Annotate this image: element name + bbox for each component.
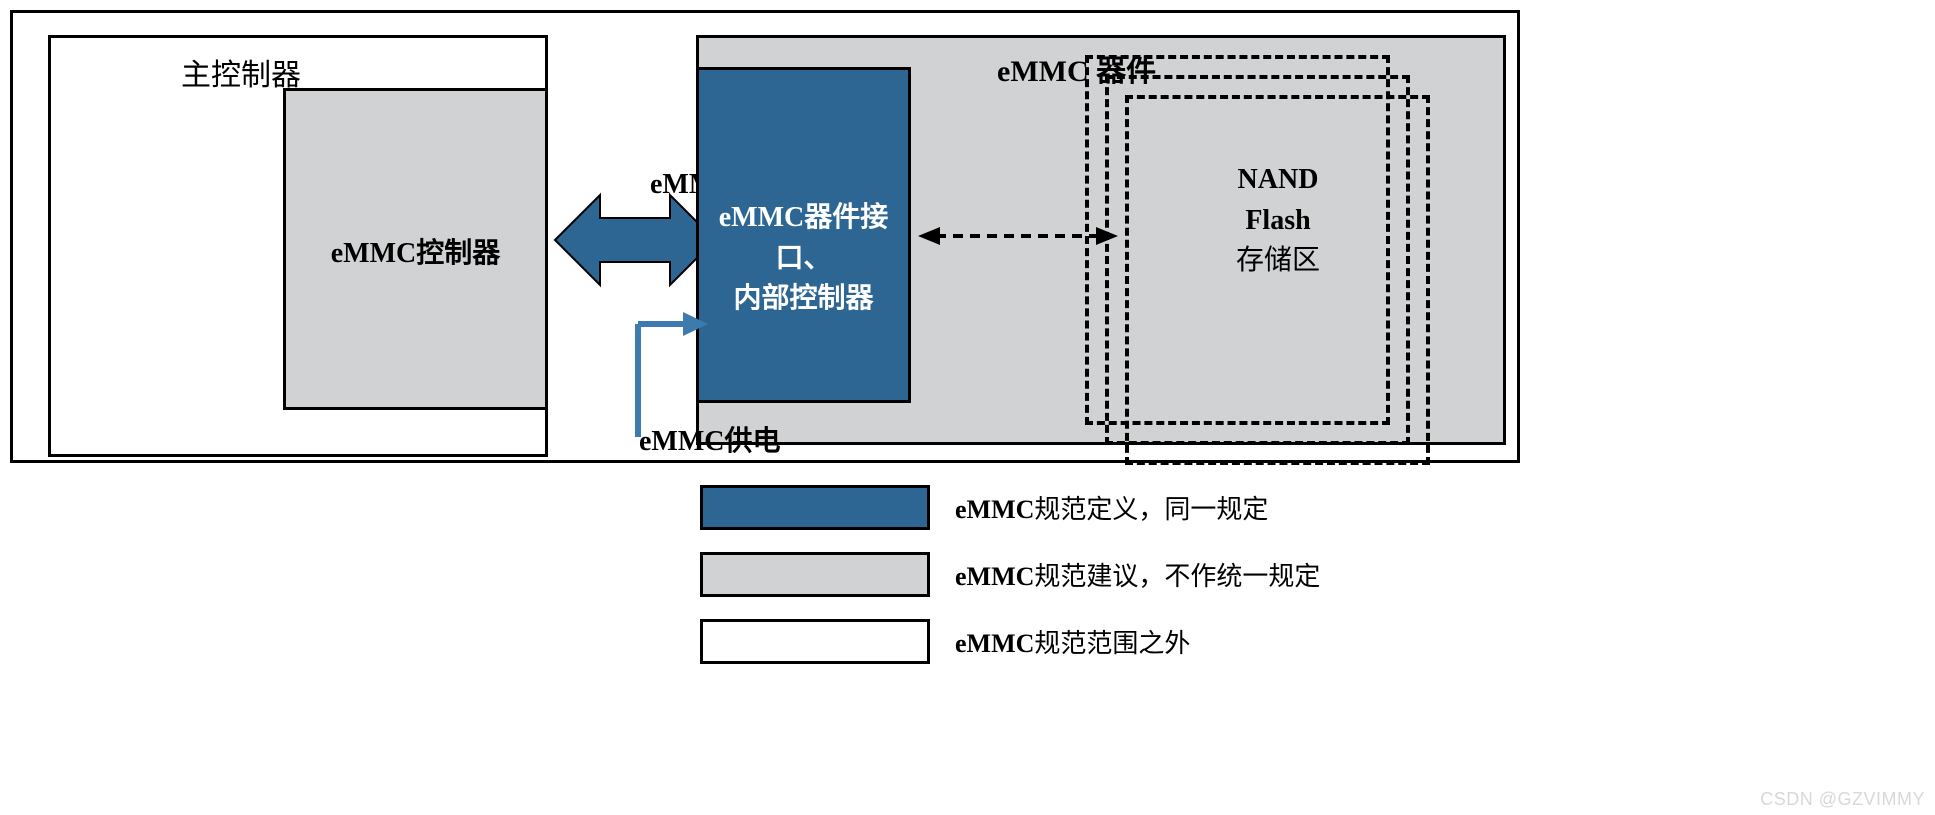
internal-arrow-icon [918, 224, 1118, 248]
emmc-controller-label: eMMC控制器 [286, 231, 545, 271]
watermark: CSDN @GZVIMMY [1760, 789, 1925, 810]
legend-item-suggested: eMMC规范建议，不作统一规定 [700, 552, 1320, 597]
nand-label-line1: NAND [1238, 164, 1319, 195]
emmc-controller-box: eMMC控制器 [283, 88, 548, 410]
power-label: eMMC供电 [639, 419, 781, 459]
interface-controller-box: eMMC器件接口、 内部控制器 [696, 67, 911, 403]
legend-swatch-blue [700, 485, 930, 530]
nand-label: NAND Flash 存储区 [1188, 160, 1368, 282]
legend-text-outside-prefix: eMMC [955, 629, 1034, 658]
interface-label-line1: eMMC器件接口、 [719, 202, 889, 274]
legend-text-outside-rest: 规范范围之外 [1034, 629, 1190, 658]
legend-text-outside: eMMC规范范围之外 [955, 623, 1190, 660]
legend-text-suggested-rest: 规范建议，不作统一规定 [1034, 562, 1320, 591]
legend-text-defined-prefix: eMMC [955, 495, 1034, 524]
legend-text-defined: eMMC规范定义，同一规定 [955, 489, 1268, 526]
legend-text-suggested-prefix: eMMC [955, 562, 1034, 591]
bus-arrow-icon [555, 195, 715, 285]
interface-label-line2: 内部控制器 [733, 283, 873, 314]
legend-text-defined-rest: 规范定义，同一规定 [1034, 495, 1268, 524]
nand-label-line3: 存储区 [1236, 245, 1320, 276]
diagram-canvas: 主控制器 eMMC控制器 eMMC总线 eMMC 器件 eMMC器件接口、 内部… [0, 0, 1935, 815]
nand-label-line2: Flash [1245, 205, 1310, 236]
interface-controller-label: eMMC器件接口、 内部控制器 [699, 198, 908, 320]
legend-text-suggested: eMMC规范建议，不作统一规定 [955, 556, 1320, 593]
power-arrow-icon [618, 302, 708, 437]
legend-item-defined: eMMC规范定义，同一规定 [700, 485, 1268, 530]
legend-item-outside: eMMC规范范围之外 [700, 619, 1190, 664]
legend-swatch-grey [700, 552, 930, 597]
legend-swatch-white [700, 619, 930, 664]
